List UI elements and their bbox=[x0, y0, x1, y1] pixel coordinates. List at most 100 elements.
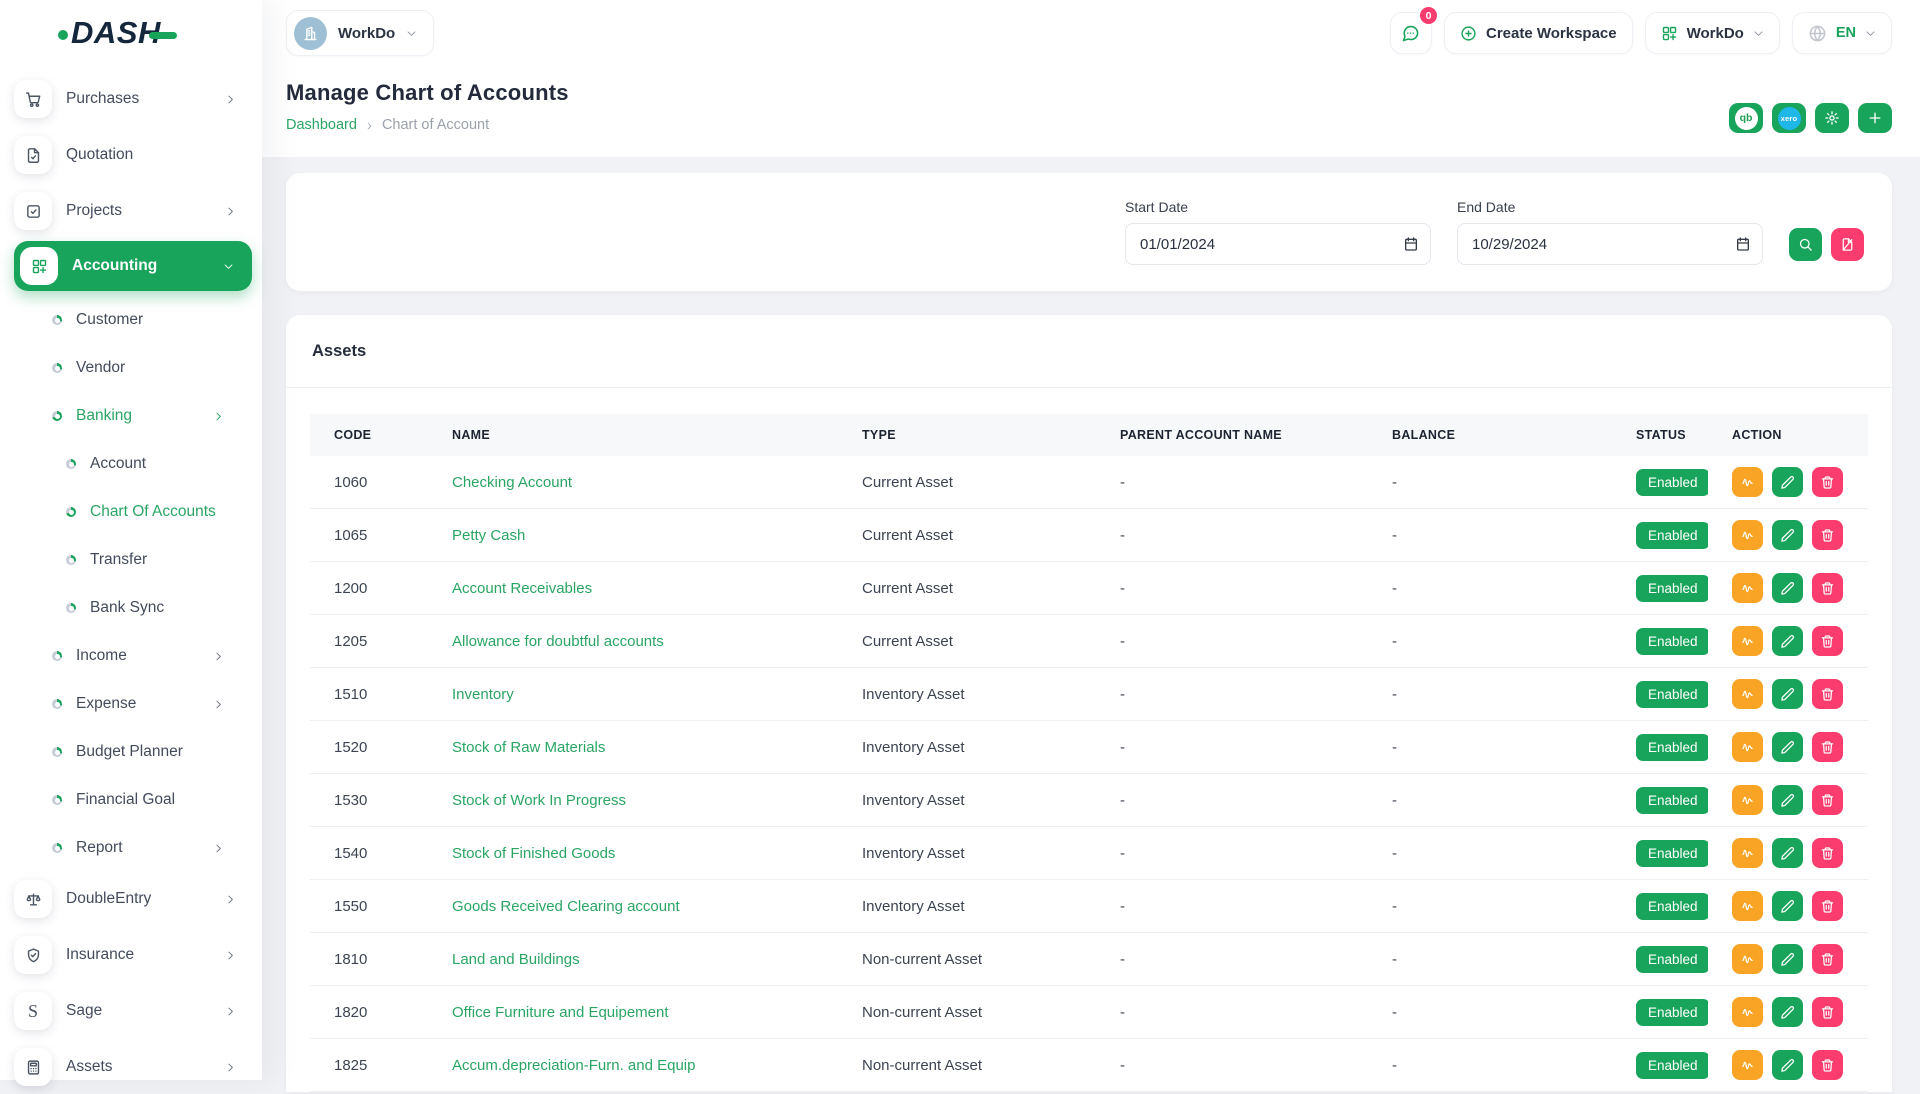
add-account-button[interactable] bbox=[1858, 103, 1892, 133]
delete-button[interactable] bbox=[1812, 732, 1843, 762]
account-name-link[interactable]: Stock of Finished Goods bbox=[452, 845, 615, 862]
account-name-link[interactable]: Stock of Work In Progress bbox=[452, 792, 626, 809]
account-type: Current Asset bbox=[838, 456, 1096, 509]
breadcrumb-dashboard-link[interactable]: Dashboard bbox=[286, 117, 357, 133]
account-name-link[interactable]: Allowance for doubtful accounts bbox=[452, 633, 664, 650]
sidebar-item-customer[interactable]: Customer bbox=[14, 296, 262, 344]
edit-button[interactable] bbox=[1772, 626, 1803, 656]
delete-button[interactable] bbox=[1812, 626, 1843, 656]
delete-button[interactable] bbox=[1812, 467, 1843, 497]
language-selector[interactable]: EN bbox=[1792, 12, 1892, 54]
edit-button[interactable] bbox=[1772, 732, 1803, 762]
status-badge[interactable]: Enabled bbox=[1636, 681, 1708, 708]
logo[interactable]: DASH bbox=[0, 0, 262, 66]
delete-button[interactable] bbox=[1812, 785, 1843, 815]
sidebar-item-vendor[interactable]: Vendor bbox=[14, 344, 262, 392]
col-balance: BALANCE bbox=[1368, 414, 1612, 456]
sidebar-item-financial-goal[interactable]: Financial Goal bbox=[14, 776, 262, 824]
workspace-selector[interactable]: WorkDo bbox=[286, 10, 434, 56]
status-badge[interactable]: Enabled bbox=[1636, 522, 1708, 549]
status-badge[interactable]: Enabled bbox=[1636, 893, 1708, 920]
chevron-down-icon bbox=[1753, 28, 1764, 39]
status-badge[interactable]: Enabled bbox=[1636, 946, 1708, 973]
sidebar-item-banking[interactable]: Banking bbox=[14, 392, 262, 440]
account-name-link[interactable]: Land and Buildings bbox=[452, 951, 580, 968]
xero-button[interactable]: xero bbox=[1772, 103, 1806, 133]
delete-button[interactable] bbox=[1812, 573, 1843, 603]
activity-button[interactable] bbox=[1732, 520, 1763, 550]
activity-button[interactable] bbox=[1732, 891, 1763, 921]
end-date-input[interactable] bbox=[1457, 223, 1763, 265]
quickbooks-button[interactable]: qb bbox=[1729, 103, 1763, 133]
settings-button[interactable] bbox=[1815, 103, 1849, 133]
delete-button[interactable] bbox=[1812, 838, 1843, 868]
status-badge[interactable]: Enabled bbox=[1636, 840, 1708, 867]
activity-button[interactable] bbox=[1732, 732, 1763, 762]
sidebar-item-purchases[interactable]: Purchases bbox=[14, 72, 262, 126]
delete-button[interactable] bbox=[1812, 997, 1843, 1027]
account-name-link[interactable]: Stock of Raw Materials bbox=[452, 739, 605, 756]
activity-button[interactable] bbox=[1732, 467, 1763, 497]
sidebar-item-assets[interactable]: Assets bbox=[14, 1040, 262, 1094]
activity-button[interactable] bbox=[1732, 573, 1763, 603]
edit-button[interactable] bbox=[1772, 997, 1803, 1027]
status-badge[interactable]: Enabled bbox=[1636, 469, 1708, 496]
edit-button[interactable] bbox=[1772, 944, 1803, 974]
sidebar-item-sage[interactable]: SSage bbox=[14, 984, 262, 1038]
delete-button[interactable] bbox=[1812, 520, 1843, 550]
sidebar-item-account[interactable]: Account bbox=[14, 440, 262, 488]
edit-button[interactable] bbox=[1772, 467, 1803, 497]
edit-button[interactable] bbox=[1772, 785, 1803, 815]
workdo-menu-button[interactable]: WorkDo bbox=[1645, 12, 1780, 54]
account-name-link[interactable]: Account Receivables bbox=[452, 580, 592, 597]
sidebar-item-chart-of-accounts[interactable]: Chart Of Accounts bbox=[14, 488, 262, 536]
account-name-link[interactable]: Office Furniture and Equipement bbox=[452, 1004, 669, 1021]
edit-button[interactable] bbox=[1772, 891, 1803, 921]
activity-button[interactable] bbox=[1732, 679, 1763, 709]
sidebar-item-quotation[interactable]: Quotation bbox=[14, 128, 262, 182]
messages-button[interactable]: 0 bbox=[1390, 12, 1432, 54]
edit-button[interactable] bbox=[1772, 520, 1803, 550]
activity-button[interactable] bbox=[1732, 626, 1763, 656]
edit-button[interactable] bbox=[1772, 1050, 1803, 1080]
trash-icon bbox=[1820, 634, 1835, 649]
sidebar-item-report[interactable]: Report bbox=[14, 824, 262, 872]
sidebar-item-insurance[interactable]: Insurance bbox=[14, 928, 262, 982]
status-badge[interactable]: Enabled bbox=[1636, 1052, 1708, 1079]
sidebar-item-budget-planner[interactable]: Budget Planner bbox=[14, 728, 262, 776]
delete-button[interactable] bbox=[1812, 944, 1843, 974]
start-date-input[interactable] bbox=[1125, 223, 1431, 265]
sidebar-item-expense[interactable]: Expense bbox=[14, 680, 262, 728]
table-row: 1060Checking AccountCurrent Asset--Enabl… bbox=[310, 456, 1868, 509]
activity-button[interactable] bbox=[1732, 838, 1763, 868]
account-name-link[interactable]: Accum.depreciation-Furn. and Equip bbox=[452, 1057, 695, 1074]
status-badge[interactable]: Enabled bbox=[1636, 734, 1708, 761]
sidebar-item-income[interactable]: Income bbox=[14, 632, 262, 680]
activity-button[interactable] bbox=[1732, 1050, 1763, 1080]
activity-button[interactable] bbox=[1732, 944, 1763, 974]
sidebar-item-doubleentry[interactable]: DoubleEntry bbox=[14, 872, 262, 926]
sidebar-item-transfer[interactable]: Transfer bbox=[14, 536, 262, 584]
reset-filter-button[interactable] bbox=[1831, 228, 1864, 261]
delete-button[interactable] bbox=[1812, 891, 1843, 921]
status-badge[interactable]: Enabled bbox=[1636, 999, 1708, 1026]
account-name-link[interactable]: Petty Cash bbox=[452, 527, 525, 544]
edit-button[interactable] bbox=[1772, 679, 1803, 709]
edit-button[interactable] bbox=[1772, 838, 1803, 868]
sidebar-item-bank-sync[interactable]: Bank Sync bbox=[14, 584, 262, 632]
search-button[interactable] bbox=[1789, 228, 1822, 261]
delete-button[interactable] bbox=[1812, 679, 1843, 709]
sidebar-item-accounting[interactable]: Accounting bbox=[14, 241, 252, 291]
edit-button[interactable] bbox=[1772, 573, 1803, 603]
sidebar-item-projects[interactable]: Projects bbox=[14, 184, 262, 238]
create-workspace-button[interactable]: Create Workspace bbox=[1444, 12, 1633, 54]
delete-button[interactable] bbox=[1812, 1050, 1843, 1080]
activity-button[interactable] bbox=[1732, 785, 1763, 815]
status-badge[interactable]: Enabled bbox=[1636, 575, 1708, 602]
account-name-link[interactable]: Goods Received Clearing account bbox=[452, 898, 680, 915]
account-name-link[interactable]: Inventory bbox=[452, 686, 514, 703]
status-badge[interactable]: Enabled bbox=[1636, 628, 1708, 655]
status-badge[interactable]: Enabled bbox=[1636, 787, 1708, 814]
activity-button[interactable] bbox=[1732, 997, 1763, 1027]
account-name-link[interactable]: Checking Account bbox=[452, 474, 572, 491]
